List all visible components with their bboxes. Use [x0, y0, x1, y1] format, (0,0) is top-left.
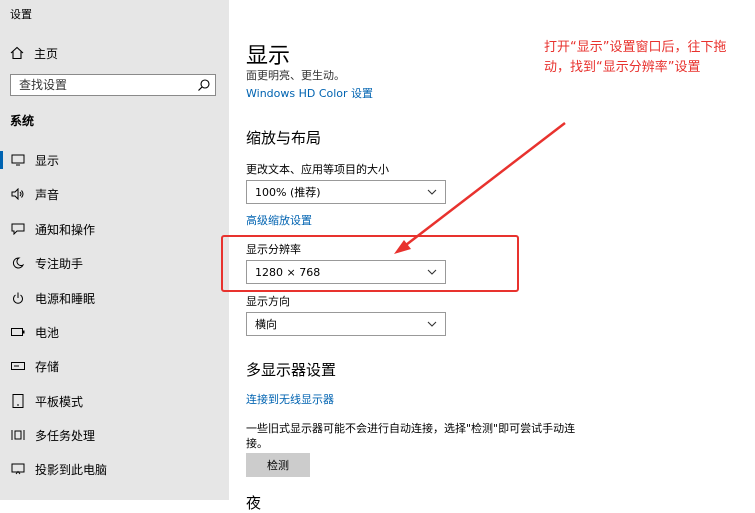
- annotation-text: 打开“显示”设置窗口后，往下拖动，找到“显示分辨率”设置: [544, 40, 727, 75]
